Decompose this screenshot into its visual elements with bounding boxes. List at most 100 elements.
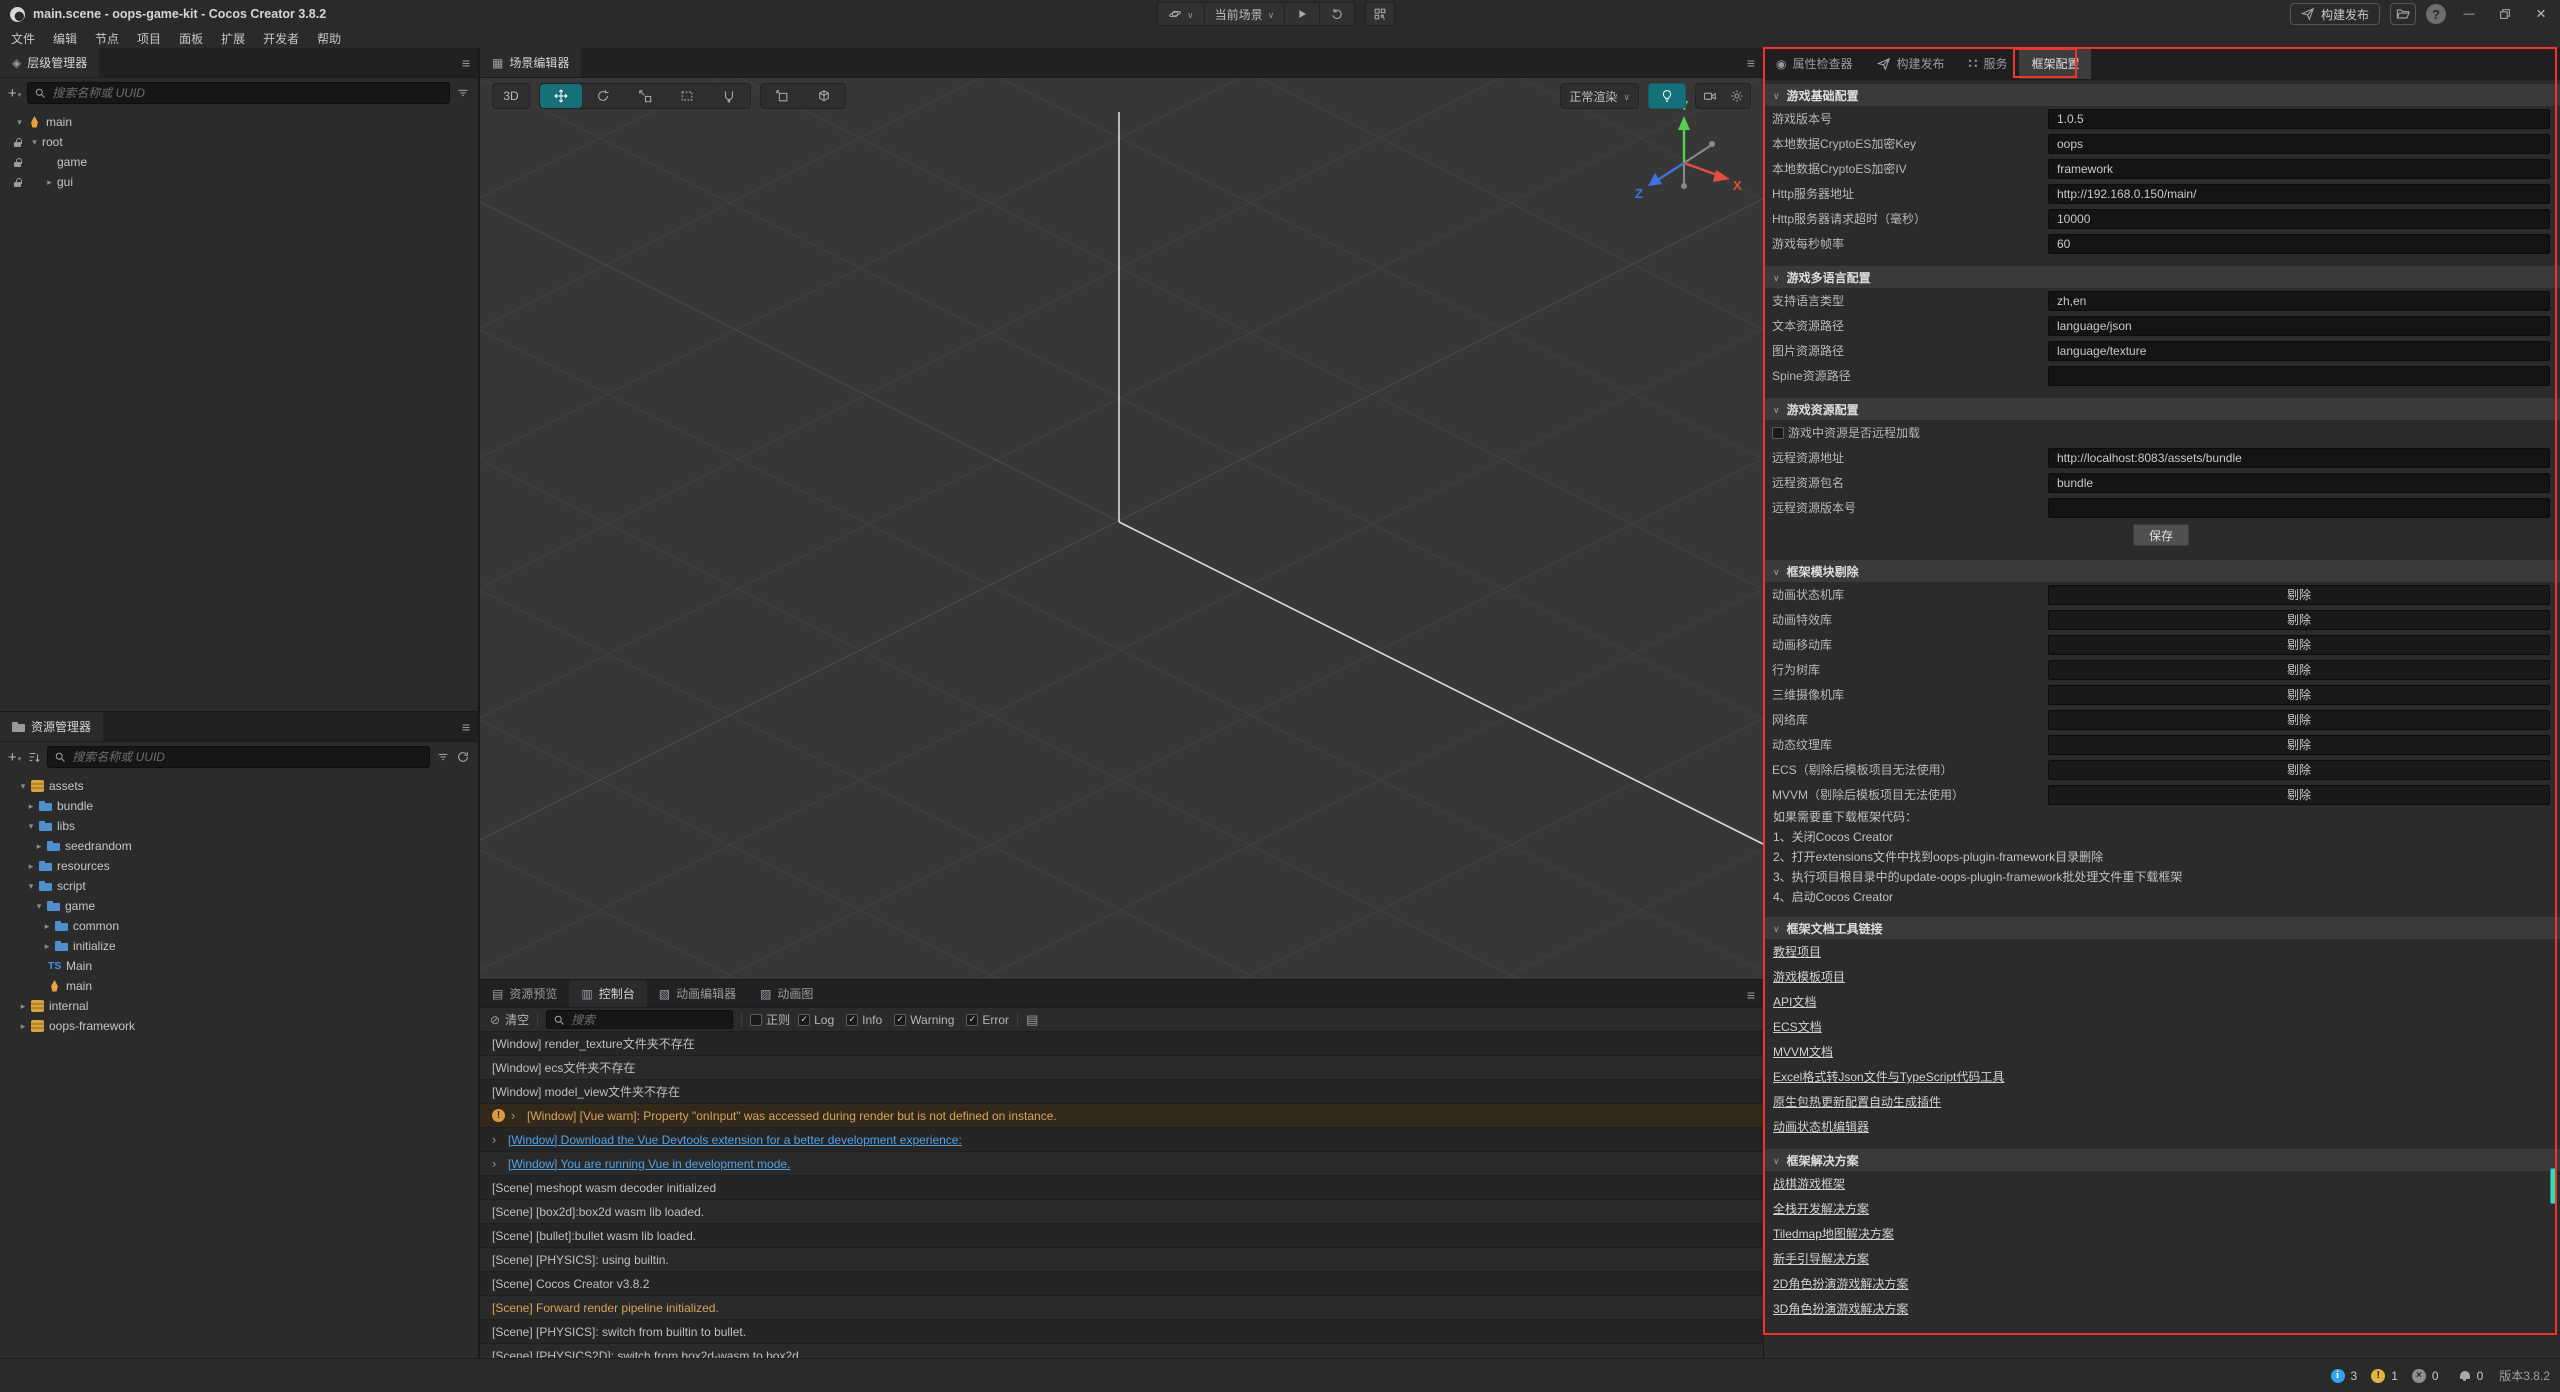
remove-module-button[interactable]: 剔除 bbox=[2048, 610, 2550, 630]
menu-item[interactable]: 编辑 bbox=[44, 30, 86, 47]
expand-arrow-icon[interactable] bbox=[24, 821, 38, 832]
expand-arrow-icon[interactable] bbox=[24, 801, 38, 812]
scrollbar-thumb[interactable] bbox=[2550, 1168, 2557, 1204]
hierarchy-node-row[interactable]: main bbox=[0, 112, 478, 132]
expand-arrow-icon[interactable] bbox=[16, 781, 30, 792]
restart-button[interactable] bbox=[1320, 3, 1354, 25]
console-line[interactable]: [Window] [Vue warn]: Property "onInput" … bbox=[480, 1104, 1763, 1128]
refresh-icon[interactable] bbox=[456, 750, 470, 764]
play-button[interactable] bbox=[1285, 3, 1320, 25]
section-resources[interactable]: 游戏资源配置 bbox=[1764, 398, 2560, 420]
panel-menu-icon[interactable] bbox=[1747, 980, 1755, 1010]
save-button[interactable]: 保存 bbox=[2133, 524, 2189, 546]
scale-tool-button[interactable] bbox=[624, 84, 666, 108]
doc-link[interactable]: Excel格式转Json文件与TypeScript代码工具 bbox=[1773, 1068, 2004, 1085]
expand-icon[interactable] bbox=[511, 1108, 527, 1123]
console-search-input[interactable] bbox=[571, 1013, 726, 1027]
solution-link[interactable]: 全栈开发解决方案 bbox=[1773, 1200, 1869, 1217]
hierarchy-node-row[interactable]: game bbox=[0, 152, 478, 172]
remove-module-button[interactable]: 剔除 bbox=[2048, 760, 2550, 780]
expand-arrow-icon[interactable] bbox=[32, 901, 46, 912]
remove-module-button[interactable]: 剔除 bbox=[2048, 785, 2550, 805]
scene-select-dropdown[interactable]: 当前场景 bbox=[1205, 3, 1286, 25]
panel-menu-icon[interactable] bbox=[462, 48, 470, 78]
doc-link[interactable]: MVVM文档 bbox=[1773, 1043, 1833, 1060]
section-i18n[interactable]: 游戏多语言配置 bbox=[1764, 266, 2560, 288]
minimize-button[interactable] bbox=[2456, 2, 2482, 26]
expand-arrow-icon[interactable] bbox=[24, 861, 38, 872]
filter-checkbox[interactable] bbox=[798, 1014, 810, 1026]
doc-link[interactable]: 游戏模板项目 bbox=[1773, 968, 1845, 985]
doc-link[interactable]: 原生包热更新配置自动生成插件 bbox=[1773, 1093, 1941, 1110]
mode-3d-button[interactable]: 3D bbox=[492, 83, 530, 109]
doc-link[interactable]: 动画状态机编辑器 bbox=[1773, 1118, 1869, 1135]
console-line[interactable]: [Scene] Cocos Creator v3.8.2 bbox=[480, 1272, 1763, 1296]
error-count-icon[interactable] bbox=[2412, 1369, 2426, 1383]
build-publish-button[interactable]: 构建发布 bbox=[2290, 3, 2380, 25]
expand-arrow-icon[interactable] bbox=[40, 941, 54, 952]
doc-link[interactable]: API文档 bbox=[1773, 993, 1816, 1010]
tab-services[interactable]: 服务 bbox=[1957, 48, 2020, 79]
menu-item[interactable]: 项目 bbox=[128, 30, 170, 47]
console-tab[interactable]: 动画图 bbox=[748, 980, 825, 1007]
field-input[interactable] bbox=[2048, 159, 2550, 179]
console-line[interactable]: [Window] You are running Vue in developm… bbox=[480, 1152, 1763, 1176]
tab-scene-editor[interactable]: 场景编辑器 bbox=[480, 48, 581, 77]
expand-icon[interactable] bbox=[492, 1156, 508, 1171]
console-line[interactable]: [Window] ecs文件夹不存在 bbox=[480, 1056, 1763, 1080]
close-button[interactable] bbox=[2528, 2, 2554, 26]
menu-item[interactable]: 开发者 bbox=[254, 30, 308, 47]
info-count-icon[interactable] bbox=[2331, 1369, 2345, 1383]
filter-checkbox[interactable] bbox=[894, 1014, 906, 1026]
console-tab[interactable]: 资源预览 bbox=[480, 980, 569, 1007]
asset-node-row[interactable]: common bbox=[0, 916, 478, 936]
tab-hierarchy[interactable]: 层级管理器 bbox=[0, 48, 99, 77]
lighting-toggle-button[interactable] bbox=[1648, 83, 1686, 109]
hierarchy-node-row[interactable]: root bbox=[0, 132, 478, 152]
field-input[interactable] bbox=[2048, 316, 2550, 336]
preview-qr-button[interactable] bbox=[1365, 2, 1395, 26]
section-modules[interactable]: 框架模块剔除 bbox=[1764, 560, 2560, 582]
expand-arrow-icon[interactable] bbox=[42, 177, 57, 188]
asset-node-row[interactable]: Main bbox=[0, 956, 478, 976]
doc-link[interactable]: ECS文档 bbox=[1773, 1018, 1822, 1035]
console-line[interactable]: [Scene] [PHYSICS2D]: switch from box2d-w… bbox=[480, 1344, 1763, 1358]
console-tab[interactable]: 控制台 bbox=[569, 980, 646, 1007]
console-line[interactable]: [Scene] [PHYSICS]: using builtin. bbox=[480, 1248, 1763, 1272]
section-docs[interactable]: 框架文档工具链接 bbox=[1764, 917, 2560, 939]
solution-link[interactable]: 战棋游戏框架 bbox=[1773, 1175, 1845, 1192]
expand-arrow-icon[interactable] bbox=[27, 137, 42, 148]
expand-arrow-icon[interactable] bbox=[16, 1021, 30, 1032]
solution-link[interactable]: 2D角色扮演游戏解决方案 bbox=[1773, 1275, 1908, 1292]
field-input[interactable] bbox=[2048, 109, 2550, 129]
asset-node-row[interactable]: libs bbox=[0, 816, 478, 836]
expand-arrow-icon[interactable] bbox=[24, 881, 38, 892]
clear-console-button[interactable]: 清空 bbox=[490, 1011, 529, 1028]
tab-build[interactable]: 构建发布 bbox=[1865, 48, 1957, 79]
expand-icon[interactable] bbox=[492, 1132, 508, 1147]
scene-viewport[interactable]: Y X Z 3D bbox=[480, 78, 1763, 979]
field-input[interactable] bbox=[2048, 134, 2550, 154]
field-input[interactable] bbox=[2048, 448, 2550, 468]
anchor-tool-button[interactable] bbox=[708, 84, 750, 108]
warning-count-icon[interactable] bbox=[2371, 1369, 2385, 1383]
console-line[interactable]: [Scene] [PHYSICS]: switch from builtin t… bbox=[480, 1320, 1763, 1344]
expand-arrow-icon[interactable] bbox=[32, 841, 46, 852]
menu-item[interactable]: 帮助 bbox=[308, 30, 350, 47]
solution-link[interactable]: Tiledmap地图解决方案 bbox=[1773, 1225, 1894, 1242]
tab-inspector[interactable]: 属性检查器 bbox=[1764, 48, 1865, 79]
remove-module-button[interactable]: 剔除 bbox=[2048, 635, 2550, 655]
asset-node-row[interactable]: seedrandom bbox=[0, 836, 478, 856]
export-log-icon[interactable] bbox=[1026, 1012, 1038, 1028]
asset-node-row[interactable]: game bbox=[0, 896, 478, 916]
remove-module-button[interactable]: 剔除 bbox=[2048, 710, 2550, 730]
console-tab[interactable]: 动画编辑器 bbox=[647, 980, 748, 1007]
filter-icon[interactable] bbox=[456, 86, 470, 100]
console-line[interactable]: [Scene] [box2d]:box2d wasm lib loaded. bbox=[480, 1200, 1763, 1224]
create-node-button[interactable] bbox=[8, 85, 21, 102]
panel-menu-icon[interactable] bbox=[462, 712, 470, 742]
console-line[interactable]: [Scene] Forward render pipeline initiali… bbox=[480, 1296, 1763, 1320]
remove-module-button[interactable]: 剔除 bbox=[2048, 685, 2550, 705]
menu-item[interactable]: 扩展 bbox=[212, 30, 254, 47]
filter-checkbox[interactable] bbox=[846, 1014, 858, 1026]
